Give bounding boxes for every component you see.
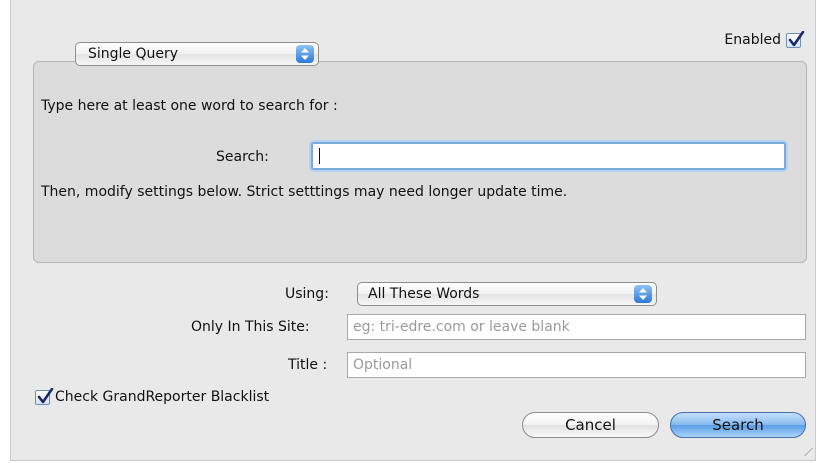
using-popup[interactable]: All These Words — [357, 282, 657, 306]
search-button[interactable]: Search — [670, 412, 806, 438]
enabled-toggle[interactable]: Enabled — [724, 30, 805, 48]
settings-note: Then, modify settings below. Strict sett… — [41, 184, 568, 200]
using-label: Using: — [285, 286, 329, 302]
updown-arrows-icon — [634, 285, 652, 303]
search-input[interactable] — [311, 142, 786, 170]
enabled-checkbox[interactable] — [786, 30, 805, 48]
title-input[interactable]: Optional — [347, 352, 806, 378]
site-placeholder: eg: tri-edre.com or leave blank — [353, 319, 570, 335]
using-value: All These Words — [368, 286, 480, 302]
blacklist-checkbox[interactable] — [35, 387, 54, 405]
updown-arrows-icon — [296, 45, 314, 63]
query-mode-value: Single Query — [88, 46, 179, 62]
site-label: Only In This Site: — [191, 319, 310, 335]
checkmark-icon — [37, 387, 54, 403]
checkmark-icon — [788, 30, 805, 46]
query-mode-popup[interactable]: Single Query — [75, 42, 319, 66]
resize-grip-icon[interactable] — [796, 448, 813, 456]
instruction-text: Type here at least one word to search fo… — [41, 98, 338, 114]
title-label: Title : — [288, 357, 328, 373]
cancel-button[interactable]: Cancel — [522, 412, 659, 438]
dialog-window: Enabled Type here at least one word to s… — [10, 0, 816, 461]
text-caret — [319, 148, 320, 164]
site-input[interactable]: eg: tri-edre.com or leave blank — [347, 314, 806, 340]
blacklist-label: Check GrandReporter Blacklist — [55, 389, 270, 405]
enabled-label: Enabled — [724, 32, 781, 48]
blacklist-toggle[interactable]: Check GrandReporter Blacklist — [35, 387, 270, 405]
search-label: Search: — [216, 149, 269, 165]
title-placeholder: Optional — [353, 357, 413, 373]
